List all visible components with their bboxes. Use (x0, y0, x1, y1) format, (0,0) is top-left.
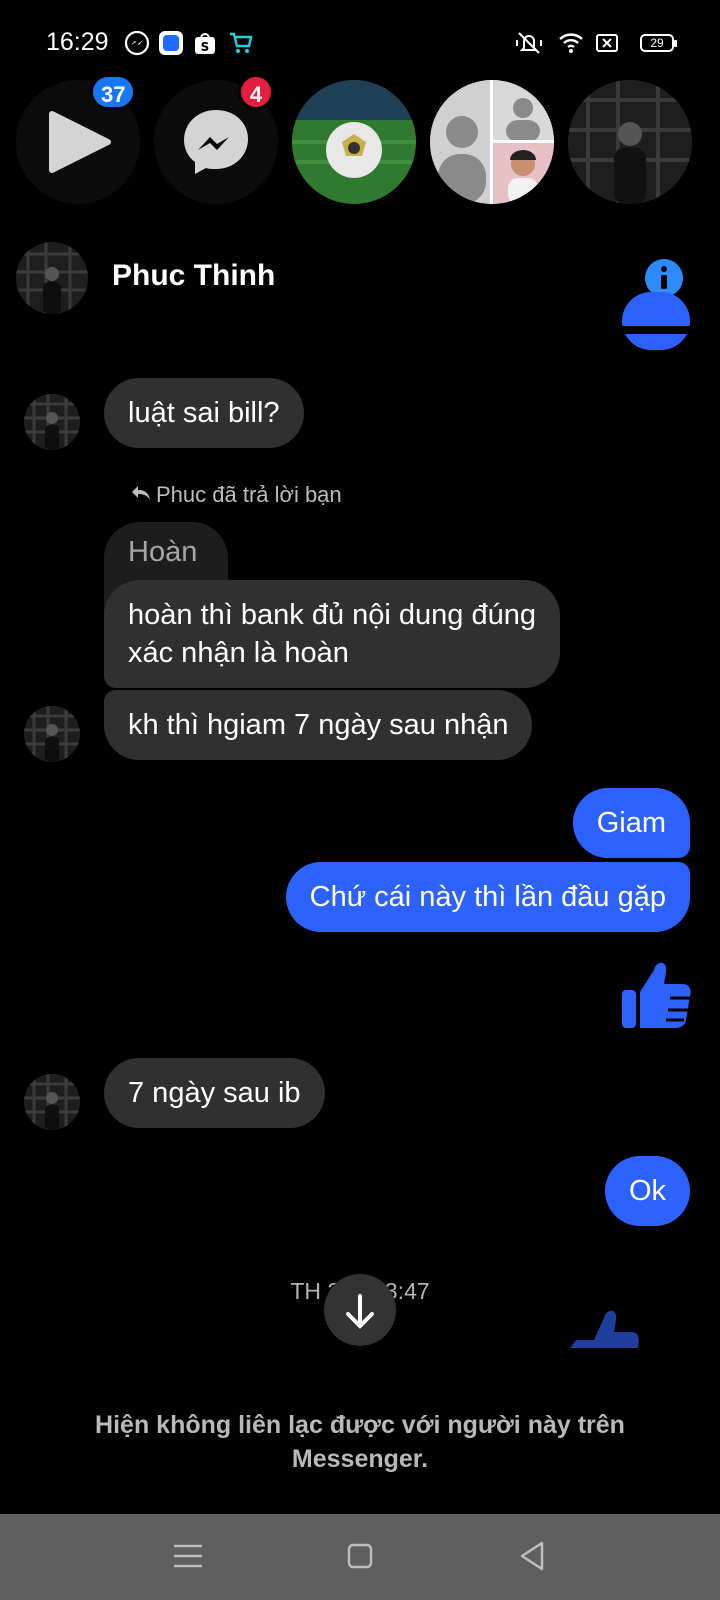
message-line: xác nhận là hoàn (128, 637, 349, 669)
system-nav-bar (0, 1514, 720, 1600)
mute-vibrate-icon (516, 32, 542, 54)
reply-meta-text: Phuc đã trả lời bạn (156, 482, 342, 507)
partial-outgoing-bubble (622, 292, 690, 350)
message-bubble[interactable]: kh thì hgiam 7 ngày sau nhận (104, 690, 533, 760)
status-bar: 16:29 S 29 (0, 0, 720, 80)
composer-divider (0, 1348, 720, 1388)
home-icon[interactable] (340, 1536, 380, 1576)
video-badge: 37 (90, 74, 137, 110)
phuc-photo (568, 80, 692, 204)
message-bubble-outgoing[interactable]: Chứ cái này thì lần đầu gặp (285, 862, 690, 932)
message-bubble[interactable]: luật sai bill? (104, 378, 304, 448)
battery-icon: 29 (640, 34, 677, 52)
thumbs-up-icon (570, 1310, 639, 1348)
contact-name[interactable]: Phuc Thinh (112, 259, 275, 293)
blue-app-icon (159, 31, 183, 55)
reply-indicator: Phuc đã trả lời bạn (130, 482, 342, 508)
messenger-icon (124, 30, 150, 56)
scroll-down-button[interactable] (324, 1274, 396, 1346)
group-head[interactable] (430, 80, 554, 204)
arrow-down-icon (346, 1294, 374, 1329)
cart-icon (230, 32, 253, 53)
avatar[interactable] (24, 1074, 80, 1130)
group-avatar (430, 80, 554, 204)
sender-avatar-photo (24, 706, 80, 762)
contact-head-soccer[interactable] (292, 80, 416, 204)
wifi-icon (559, 33, 583, 53)
contact-head-phuc[interactable] (568, 80, 692, 204)
chat-header: Phuc Thinh (0, 222, 720, 334)
chat-panel: Phuc Thinh luật sai bill? Phuc đã trả lờ… (0, 222, 720, 1514)
sender-avatar-photo (24, 394, 80, 450)
unavailable-line: Hiện không liên lạc được với người này t… (95, 1411, 625, 1439)
avatar[interactable] (24, 706, 80, 762)
svg-text:S: S (201, 40, 210, 54)
menu-icon[interactable] (168, 1536, 208, 1576)
header-divider (0, 326, 720, 334)
unavailable-notice: Hiện không liên lạc được với người này t… (60, 1408, 660, 1476)
thumbs-up-icon[interactable] (620, 956, 692, 1030)
chat-heads-bar: 37 4 (0, 74, 720, 206)
message-bubble-outgoing[interactable]: Giam (572, 788, 690, 858)
message-bubble-outgoing[interactable]: Ok (604, 1156, 690, 1226)
back-icon[interactable] (512, 1536, 552, 1576)
avatar[interactable] (16, 242, 88, 314)
message-bubble[interactable]: hoàn thì bank đủ nội dung đúng xác nhận … (104, 580, 560, 688)
messenger-badge: 4 (238, 74, 274, 110)
shopee-icon: S (195, 33, 215, 54)
phuc-avatar-photo (16, 242, 88, 314)
status-time: 16:29 (46, 28, 109, 56)
message-bubble[interactable]: 7 ngày sau ib (104, 1058, 325, 1128)
sender-avatar-photo (24, 1074, 80, 1130)
unavailable-line: Messenger. (291, 1445, 429, 1473)
message-line: hoàn thì bank đủ nội dung đúng (128, 599, 536, 631)
soccer-ball-photo (292, 80, 416, 204)
sim-icon (596, 34, 618, 52)
reply-icon (130, 482, 152, 508)
avatar[interactable] (24, 394, 80, 450)
